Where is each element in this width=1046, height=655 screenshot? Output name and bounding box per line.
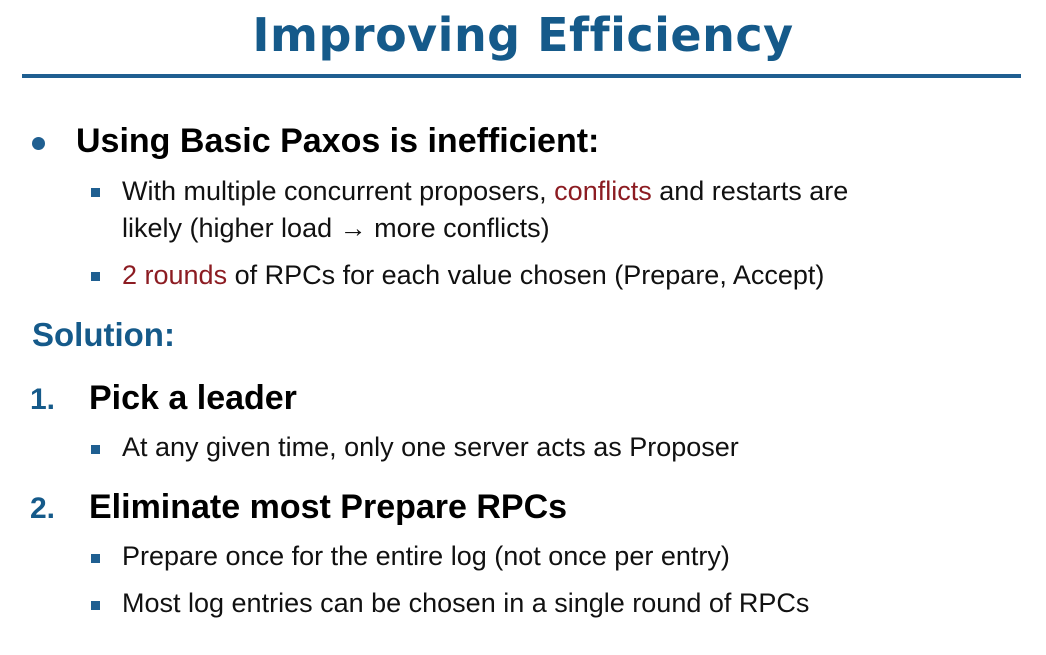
round-bullet-icon [32, 137, 45, 150]
step-heading-pick-leader: Pick a leader [89, 379, 297, 417]
slide-title: Improving Efficiency [252, 8, 794, 62]
heading-basic-paxos-inefficient: Using Basic Paxos is inefficient: [76, 122, 600, 160]
solution-label: Solution: [32, 316, 175, 353]
square-bullet-icon [91, 188, 100, 197]
square-bullet-icon [91, 272, 100, 281]
square-bullet-icon [91, 445, 100, 454]
step-heading-eliminate-prepare: Eliminate most Prepare RPCs [89, 488, 568, 526]
bullet-concurrent-proposers-line2: likely (higher load → more conflicts) [122, 213, 550, 243]
square-bullet-icon [91, 554, 100, 563]
bullet-text: and restarts are [651, 176, 849, 206]
slide: Improving Efficiency Using Basic Paxos i… [0, 0, 1046, 655]
highlight-conflicts: conflicts [554, 176, 652, 206]
bullet-text: With multiple concurrent proposers, [122, 176, 555, 206]
step-number: 1. [30, 383, 56, 416]
highlight-2-rounds: 2 rounds [122, 260, 228, 290]
bullet-two-rounds: 2 rounds of RPCs for each value chosen (… [122, 260, 824, 291]
square-bullet-icon [91, 601, 100, 610]
bullet-one-proposer: At any given time, only one server acts … [122, 432, 739, 462]
bullet-single-round: Most log entries can be chosen in a sing… [122, 588, 810, 618]
bullet-prepare-once: Prepare once for the entire log (not onc… [122, 541, 730, 571]
step-number: 2. [30, 492, 56, 525]
bullet-concurrent-proposers: With multiple concurrent proposers, conf… [122, 176, 848, 207]
title-divider [22, 74, 1021, 78]
bullet-text: of RPCs for each value chosen (Prepare, … [227, 260, 825, 290]
